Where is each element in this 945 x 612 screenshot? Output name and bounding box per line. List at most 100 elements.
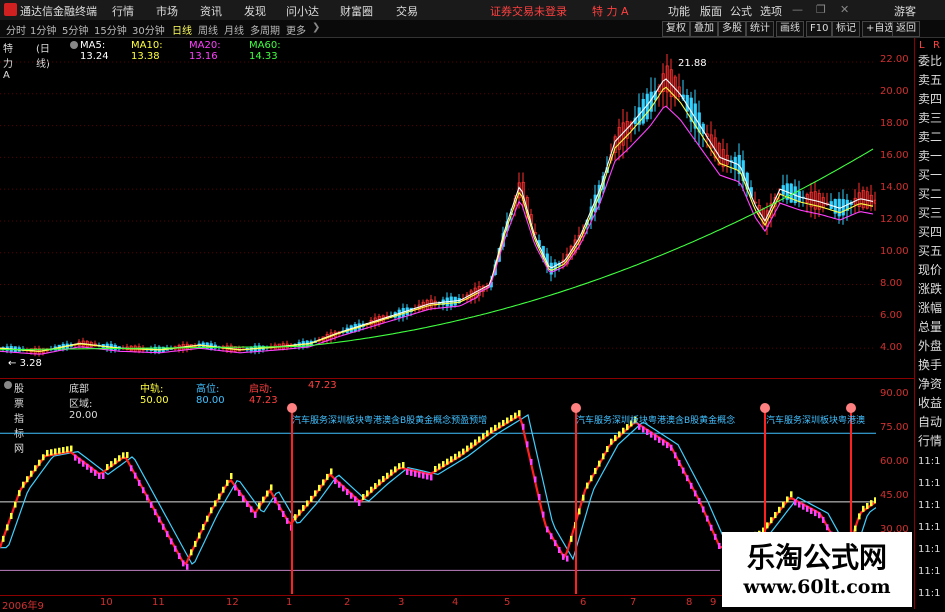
indicator-bar [362,494,365,501]
menu-ask[interactable]: 问小达 [286,3,319,19]
menu-market[interactable]: 市场 [156,3,178,19]
indicator-bar [94,469,97,476]
indicator-bar [70,445,73,452]
btn-back[interactable]: 返回 [892,21,920,37]
xtick: 6 [580,597,587,608]
panel-item[interactable]: 买一 [918,166,942,183]
indicator-bar [818,512,821,519]
indicator-bar [686,475,689,482]
panel-item[interactable]: 自动 [918,413,942,430]
menu-trade[interactable]: 交易 [396,3,418,19]
indicator-bar [350,492,353,499]
panel-item[interactable]: 买五 [918,242,942,259]
close-icon[interactable]: ✕ [840,3,849,16]
panel-item[interactable]: 总量 [918,318,942,335]
ytick: 4.00 [880,342,903,353]
indicator-bar [526,441,529,448]
indicator-bar [386,472,389,479]
indicator-bar [510,415,513,422]
menu-formula[interactable]: 公式 [730,3,752,19]
btn-draw[interactable]: 画线 [776,21,804,37]
btn-adjust[interactable]: 复权 [662,21,690,37]
panel-item[interactable]: 买二 [918,185,942,202]
btn-mark[interactable]: 标记 [832,21,860,37]
btn-multi-stock[interactable]: 多股 [718,21,746,37]
btn-stats[interactable]: 统计 [746,21,774,37]
ytick: 12.00 [880,214,909,225]
panel-item[interactable]: 涨幅 [918,299,942,316]
panel-item[interactable]: 卖五 [918,71,942,88]
indicator-bar [26,476,29,483]
menu-function[interactable]: 功能 [668,3,690,19]
indicator-bar [514,412,517,419]
indicator-bar [66,446,69,453]
indicator-bar [682,467,685,474]
indicator-bar [662,439,665,446]
indicator-bar [370,486,373,493]
panel-item[interactable]: 现价 [918,261,942,278]
indicator-bar [142,487,145,494]
restore-icon[interactable]: ❐ [816,3,826,16]
indicator-bar [310,495,313,502]
quote-side-panel: L R 委比卖五卖四卖三卖二卖一买一买二买三买四买五现价涨跌涨幅总量外盘换手净资… [914,38,945,609]
indicator-bar [62,447,65,454]
guest-label[interactable]: 游客 [894,3,916,19]
menu-layout[interactable]: 版面 [700,3,722,19]
minimize-icon[interactable]: — [792,3,803,16]
btn-f10[interactable]: F10 [806,21,833,37]
panel-item[interactable]: 外盘 [918,337,942,354]
panel-item[interactable]: 行情 [918,432,942,449]
tf-5min[interactable]: 5分钟 [62,22,88,37]
panel-item[interactable]: 换手 [918,356,942,373]
tf-1min[interactable]: 1分钟 [30,22,56,37]
indicator-bar [794,499,797,506]
indicator-bar [190,549,193,556]
tf-intraday[interactable]: 分时 [6,22,26,37]
tf-15min[interactable]: 15分钟 [94,22,127,37]
login-warning[interactable]: 证券交易未登录 [490,3,567,19]
indicator-bar [494,424,497,431]
indicator-bar [498,422,501,429]
menu-discover[interactable]: 发现 [244,3,266,19]
panel-item[interactable]: 卖一 [918,147,942,164]
panel-tag-l[interactable]: L [919,40,925,51]
indicator-bar [806,505,809,512]
menu-options[interactable]: 选项 [760,3,782,19]
menu-wealth[interactable]: 财富圈 [340,3,373,19]
panel-item[interactable]: 委比 [918,52,942,69]
indicator-bar [390,469,393,476]
panel-item[interactable]: 净资 [918,375,942,392]
indicator-bar [182,560,185,567]
signal-dot [760,403,770,413]
panel-item[interactable]: 买三 [918,204,942,221]
tf-monthly[interactable]: 月线 [224,22,244,37]
tf-weekly[interactable]: 周线 [198,22,218,37]
price-chart[interactable] [0,54,876,378]
panel-item[interactable]: 买四 [918,223,942,240]
price-grid [0,61,876,349]
menu-news[interactable]: 资讯 [200,3,222,19]
indicator-bar [198,532,201,539]
panel-item[interactable]: 收益 [918,394,942,411]
settings-dot-icon[interactable] [70,41,78,49]
tf-multi[interactable]: 多周期 [250,22,280,37]
indicator-bar [422,472,425,479]
indicator-bar [558,547,561,553]
indicator-bar [530,458,533,465]
panel-item[interactable]: 卖二 [918,128,942,145]
tf-more[interactable]: 更多 [286,22,306,37]
panel-tag-r[interactable]: R [933,40,940,51]
indicator-bar [482,433,485,440]
indicator-bar [74,454,77,461]
chevron-right-icon[interactable]: ❯ [312,22,320,33]
tf-daily[interactable]: 日线 [172,22,192,37]
panel-item[interactable]: 涨跌 [918,280,942,297]
panel-item[interactable]: 卖四 [918,90,942,107]
tf-30min[interactable]: 30分钟 [132,22,165,37]
panel-item[interactable]: 卖三 [918,109,942,126]
indicator-bar [158,516,161,523]
menu-quotes[interactable]: 行情 [112,3,134,19]
indicator-settings-icon[interactable] [4,381,12,389]
indicator-bar [698,498,701,505]
btn-overlay[interactable]: 叠加 [690,21,718,37]
